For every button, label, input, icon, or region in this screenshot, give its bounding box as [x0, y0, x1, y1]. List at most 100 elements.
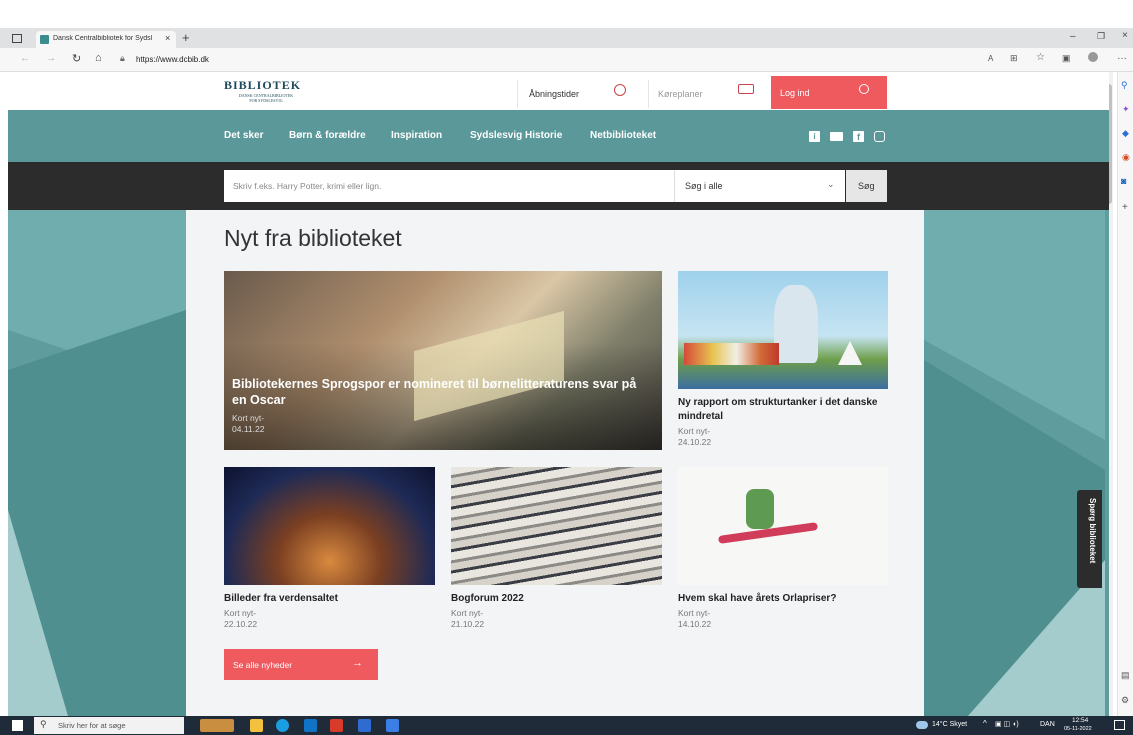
taskbar-search[interactable]: ⚲ Skriv her for at søge	[34, 717, 184, 734]
news-meta-0: Kort nyt- 24.10.22	[678, 426, 712, 447]
url-field[interactable]: https://www.dcbib.dk	[136, 55, 209, 64]
login-label: Log ind	[780, 88, 810, 98]
edge-sidebar: ⚲ ✦ ◆ ◉ ◙ + ▤ ⚙	[1117, 72, 1133, 716]
bus-schedule-label: Køreplaner	[658, 89, 703, 99]
back-icon[interactable]: ←	[20, 53, 30, 64]
file-explorer-icon[interactable]	[250, 719, 263, 732]
logo-text: BIBLIOTEK	[224, 78, 302, 92]
bus-icon	[738, 84, 754, 94]
lock-icon: 🔒︎	[120, 53, 125, 63]
site-header: BIBLIOTEK DANSK CENTRALBIBLIOTEK FOR SYD…	[8, 72, 1109, 110]
sidebar-settings-icon[interactable]: ⚙	[1121, 695, 1129, 706]
home-icon[interactable]: ⌂	[95, 52, 102, 64]
bus-schedule-link[interactable]: Køreplaner	[648, 80, 769, 108]
news-image-books[interactable]	[451, 467, 662, 585]
news-meta-2: Kort nyt- 21.10.22	[451, 608, 485, 629]
facebook-icon[interactable]: f	[853, 131, 864, 142]
boat	[838, 341, 862, 365]
profile-icon[interactable]	[1088, 52, 1098, 62]
tray-chevron-icon[interactable]: ^	[983, 719, 987, 728]
news-image-space[interactable]	[224, 467, 435, 585]
chevron-down-icon: ⌄	[827, 179, 835, 189]
collections-icon[interactable]: ▣	[1062, 53, 1071, 64]
news-image-copenhagen	[678, 271, 888, 389]
news-meta-3: Kort nyt- 14.10.22	[678, 608, 712, 629]
search-sidebar-icon[interactable]: ⚲	[1121, 80, 1128, 91]
search-button[interactable]: Søg	[846, 170, 887, 202]
news-meta-1: Kort nyt- 22.10.22	[224, 608, 258, 629]
minimize-icon[interactable]: –	[1070, 31, 1076, 42]
media-icon[interactable]	[330, 719, 343, 732]
address-bar-row: ← → ↻ ⌂ 🔒︎ https://www.dcbib.dk A ⊞ ☆ ▣ …	[0, 48, 1133, 72]
search-bar: Skriv f.eks. Harry Potter, krimi eller l…	[8, 162, 1109, 210]
figure-body	[746, 489, 774, 529]
taskbar-search-placeholder: Skriv her for at søge	[58, 721, 126, 730]
app-icon[interactable]	[358, 719, 371, 732]
opening-hours-link[interactable]: Åbningstider	[517, 80, 638, 108]
nav-sydslesvig-historie[interactable]: Sydslesvig Historie	[470, 130, 562, 141]
news-heading: Nyt fra biblioteket	[224, 225, 402, 251]
refresh-icon[interactable]: ↻	[72, 52, 81, 65]
arrow-right-icon: →	[352, 657, 363, 669]
search-scope-select[interactable]: Søg i alle ⌄	[675, 170, 845, 202]
window-menu-icon[interactable]	[12, 34, 22, 43]
windows-taskbar: ⚲ Skriv her for at søge 14°C Skyet ^ ▣ ◫…	[0, 716, 1133, 735]
featured-news-card[interactable]: Bibliotekernes Sprogspor er nomineret ti…	[224, 271, 662, 450]
favorites-icon[interactable]: ☆	[1036, 52, 1045, 63]
extensions-icon[interactable]: ⊞	[1010, 53, 1018, 64]
edge-icon[interactable]	[276, 719, 289, 732]
search-input[interactable]: Skriv f.eks. Harry Potter, krimi eller l…	[224, 170, 675, 202]
close-window-icon[interactable]: ×	[1122, 30, 1128, 41]
new-tab-icon[interactable]: +	[182, 30, 190, 45]
forward-icon[interactable]: →	[46, 53, 56, 64]
nav-netbiblioteket[interactable]: Netbiblioteket	[590, 130, 656, 141]
weather-text[interactable]: 14°C Skyet	[932, 721, 967, 728]
clock-time[interactable]: 12:54	[1072, 717, 1088, 724]
search-placeholder: Skriv f.eks. Harry Potter, krimi eller l…	[233, 181, 382, 191]
news-title-0[interactable]: Ny rapport om strukturtanker i det dansk…	[678, 396, 892, 424]
news-title-2[interactable]: Bogforum 2022	[451, 592, 524, 606]
outlook-taskbar-icon[interactable]	[304, 719, 317, 732]
tray-icons[interactable]: ▣ ◫ ◖)	[995, 720, 1019, 728]
browser-tab[interactable]: Dansk Centralbibliotek for Sydsl ×	[36, 31, 176, 48]
ask-library-tab[interactable]: Spørg biblioteket	[1077, 490, 1102, 588]
info-icon[interactable]: i	[809, 131, 820, 142]
clock-date[interactable]: 05-11-2022	[1064, 726, 1092, 732]
news-section: Nyt fra biblioteket Bibliotekernes Sprog…	[186, 210, 924, 716]
more-icon[interactable]: …	[1117, 51, 1127, 62]
lion-statue	[774, 285, 818, 363]
news-image-illustration[interactable]	[678, 467, 888, 585]
add-sidebar-icon[interactable]: +	[1122, 202, 1128, 213]
close-tab-icon[interactable]: ×	[165, 33, 170, 43]
instagram-icon[interactable]	[874, 131, 885, 142]
logo-subtext: DANSK CENTRALBIBLIOTEK FOR SYDSLESVIG	[238, 93, 294, 103]
news-widget-icon[interactable]	[200, 719, 234, 732]
nav-boern-foraeldre[interactable]: Børn & forældre	[289, 130, 366, 141]
shopping-icon[interactable]: ◆	[1122, 128, 1129, 139]
read-aloud-icon[interactable]: A	[988, 54, 993, 63]
see-all-news-label: Se alle nyheder	[233, 660, 293, 670]
restore-icon[interactable]: ❐	[1097, 31, 1105, 42]
taskbar-search-icon: ⚲	[40, 719, 47, 729]
news-title-1[interactable]: Billeder fra verdensaltet	[224, 592, 338, 606]
nav-inspiration[interactable]: Inspiration	[391, 130, 442, 141]
houses	[684, 343, 779, 365]
webpage: BIBLIOTEK DANSK CENTRALBIBLIOTEK FOR SYD…	[8, 72, 1109, 716]
windows-start-icon[interactable]	[12, 720, 23, 731]
office-icon[interactable]: ◉	[1122, 152, 1130, 163]
language-indicator[interactable]: DAN	[1040, 721, 1055, 728]
search-button-label: Søg	[858, 181, 875, 191]
weather-icon	[916, 721, 928, 729]
mail-icon[interactable]	[830, 132, 843, 141]
teams-icon[interactable]	[386, 719, 399, 732]
news-title-3[interactable]: Hvem skal have årets Orlapriser?	[678, 592, 836, 606]
outlook-icon[interactable]: ◙	[1121, 176, 1126, 186]
nav-det-sker[interactable]: Det sker	[224, 130, 263, 141]
see-all-news-button[interactable]: Se alle nyheder →	[224, 649, 378, 680]
discover-icon[interactable]: ✦	[1122, 104, 1130, 115]
site-logo[interactable]: BIBLIOTEK DANSK CENTRALBIBLIOTEK FOR SYD…	[224, 78, 308, 103]
sidebar-layout-icon[interactable]: ▤	[1121, 670, 1130, 681]
notifications-icon[interactable]	[1114, 720, 1125, 730]
login-button[interactable]: Log ind	[771, 76, 887, 109]
featured-title: Bibliotekernes Sprogspor er nomineret ti…	[232, 377, 637, 407]
